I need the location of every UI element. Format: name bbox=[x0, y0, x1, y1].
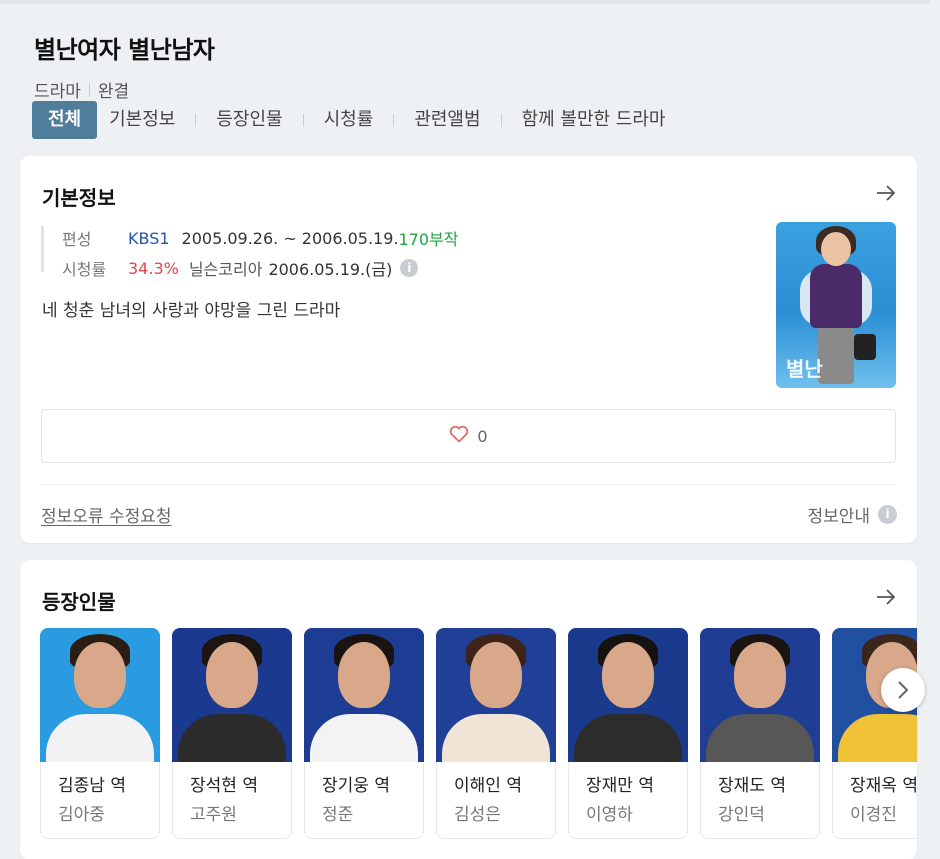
drama-header: 별난여자 별난남자 드라마 완결 bbox=[34, 30, 914, 102]
cast-list: 김종남 역 김아중 장석현 역 고주원 장기웅 역 정준 이해인 역 김성은 장… bbox=[40, 628, 917, 840]
tab-divider bbox=[393, 113, 395, 127]
cast-photo-face bbox=[338, 642, 390, 708]
rating-label: 시청률 bbox=[62, 260, 107, 279]
like-count: 0 bbox=[477, 426, 488, 446]
info-icon[interactable]: i bbox=[400, 259, 419, 277]
basic-info-card: 기본정보 편성 KBS1 2005.09.26. ~ 2006.05.19. 1… bbox=[20, 156, 917, 543]
info-block: 편성 KBS1 2005.09.26. ~ 2006.05.19. 170부작 … bbox=[41, 226, 458, 279]
broadcast-row: 편성 KBS1 2005.09.26. ~ 2006.05.19. 170부작 bbox=[62, 226, 458, 250]
poster-figure-legs bbox=[818, 326, 854, 384]
cast-photo bbox=[172, 628, 292, 762]
cast-photo-body bbox=[178, 714, 286, 762]
tab-related-dramas[interactable]: 함께 볼만한 드라마 bbox=[510, 101, 678, 139]
cast-photo-body bbox=[46, 714, 154, 762]
cast-photo-face bbox=[206, 642, 258, 708]
tab-albums[interactable]: 관련앨범 bbox=[402, 101, 492, 139]
cast-photo bbox=[304, 628, 424, 762]
rating-value: 34.3% bbox=[128, 258, 179, 278]
cast-item[interactable]: 김종남 역 김아중 bbox=[40, 628, 160, 839]
cast-actor: 이영하 bbox=[586, 805, 633, 825]
drama-description: 네 청춘 남녀의 사랑과 야망을 그린 드라마 bbox=[42, 301, 341, 321]
cast-photo-face bbox=[74, 642, 126, 708]
cast-photo-body bbox=[838, 714, 917, 762]
cast-item[interactable]: 장재옥 역 이경진 bbox=[832, 628, 917, 839]
heart-icon bbox=[449, 424, 469, 448]
cast-role: 장석현 역 bbox=[190, 776, 258, 796]
cast-photo-face bbox=[470, 642, 522, 708]
episode-count: 170부작 bbox=[398, 230, 459, 249]
drama-meta: 드라마 완결 bbox=[34, 77, 914, 102]
cast-actor: 강인덕 bbox=[718, 805, 765, 825]
cast-actor: 고주원 bbox=[190, 805, 237, 825]
cast-card: 등장인물 김종남 역 김아중 장석현 역 고주원 장기웅 역 정준 이해인 역 … bbox=[20, 560, 925, 859]
rating-row: 시청률 34.3% 닐슨코리아 2006.05.19.(금) i bbox=[62, 256, 458, 280]
tab-ratings[interactable]: 시청률 bbox=[312, 101, 386, 139]
arrow-right-icon[interactable] bbox=[875, 182, 897, 204]
cast-actor: 김아중 bbox=[58, 805, 105, 825]
tab-divider bbox=[500, 113, 502, 127]
cast-actor: 김성은 bbox=[454, 805, 501, 825]
tab-divider bbox=[302, 113, 304, 127]
cast-title: 등장인물 bbox=[42, 590, 116, 614]
page-title: 별난여자 별난남자 bbox=[34, 36, 215, 64]
cast-photo bbox=[700, 628, 820, 762]
card-divider bbox=[41, 484, 896, 485]
cast-role: 장재옥 역 bbox=[850, 776, 917, 796]
cast-photo-face bbox=[602, 642, 654, 708]
poster-logo: 별난 bbox=[786, 357, 823, 381]
genre-text: 드라마 bbox=[34, 82, 81, 102]
cast-role: 장기웅 역 bbox=[322, 776, 390, 796]
rating-date: 2006.05.19.(금) bbox=[268, 260, 393, 279]
tab-all[interactable]: 전체 bbox=[32, 101, 98, 139]
status-text: 완결 bbox=[97, 82, 130, 102]
cast-photo bbox=[568, 628, 688, 762]
cast-photo-body bbox=[310, 714, 418, 762]
tab-divider bbox=[195, 113, 197, 127]
info-icon: i bbox=[878, 505, 897, 524]
cast-item[interactable]: 장석현 역 고주원 bbox=[172, 628, 292, 839]
poster-figure-head bbox=[821, 232, 851, 266]
like-button[interactable]: 0 bbox=[41, 409, 896, 463]
info-guide-label: 정보안내 bbox=[807, 507, 870, 527]
cast-role: 김종남 역 bbox=[58, 776, 126, 796]
broadcast-label: 편성 bbox=[62, 230, 92, 249]
cast-actor: 이경진 bbox=[850, 805, 897, 825]
correction-request-link[interactable]: 정보오류 수정요청 bbox=[41, 502, 172, 527]
cast-item[interactable]: 이해인 역 김성은 bbox=[436, 628, 556, 839]
cast-photo-body bbox=[574, 714, 682, 762]
chevron-right-icon[interactable] bbox=[881, 668, 925, 712]
cast-actor: 정준 bbox=[322, 805, 354, 825]
cast-role: 이해인 역 bbox=[454, 776, 522, 796]
meta-divider bbox=[88, 82, 90, 97]
poster-figure-body bbox=[810, 264, 862, 328]
top-border bbox=[0, 0, 930, 4]
channel-link[interactable]: KBS1 bbox=[128, 229, 170, 248]
cast-role: 장재도 역 bbox=[718, 776, 786, 796]
cast-photo-body bbox=[706, 714, 814, 762]
cast-photo bbox=[436, 628, 556, 762]
tab-bar: 전체 기본정보 등장인물 시청률 관련앨범 함께 볼만한 드라마 bbox=[32, 101, 678, 139]
tab-cast[interactable]: 등장인물 bbox=[204, 101, 294, 139]
tab-basic-info[interactable]: 기본정보 bbox=[97, 101, 187, 139]
poster-bag bbox=[854, 334, 876, 360]
cast-item[interactable]: 장재도 역 강인덕 bbox=[700, 628, 820, 839]
broadcast-period: 2005.09.26. ~ 2006.05.19. bbox=[181, 228, 399, 248]
rating-source: 닐슨코리아 bbox=[188, 260, 263, 279]
cast-item[interactable]: 장기웅 역 정준 bbox=[304, 628, 424, 839]
cast-role: 장재만 역 bbox=[586, 776, 654, 796]
drama-poster[interactable]: 별난 bbox=[776, 222, 896, 388]
basic-info-title: 기본정보 bbox=[42, 186, 116, 210]
cast-photo bbox=[40, 628, 160, 762]
cast-photo-face bbox=[734, 642, 786, 708]
cast-photo-body bbox=[442, 714, 550, 762]
cast-item[interactable]: 장재만 역 이영하 bbox=[568, 628, 688, 839]
arrow-right-icon[interactable] bbox=[875, 586, 897, 608]
info-guide[interactable]: 정보안내 i bbox=[807, 502, 897, 527]
